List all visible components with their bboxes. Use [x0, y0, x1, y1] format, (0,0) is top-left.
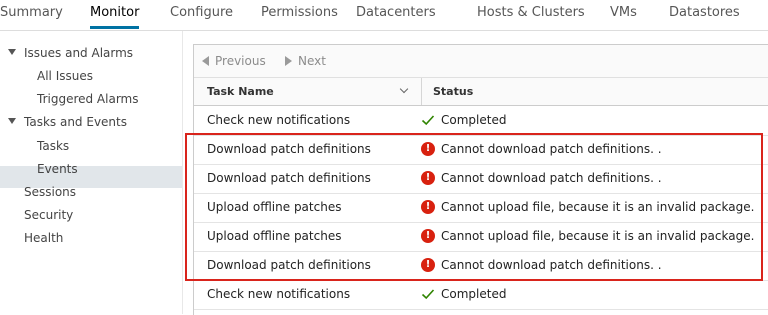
- next-button[interactable]: Next: [285, 54, 326, 68]
- triangle-right-icon: [285, 56, 292, 66]
- task-name-cell: Download patch definitions: [207, 258, 371, 272]
- tab-monitor[interactable]: Monitor: [90, 5, 140, 29]
- status-cell: ! Cannot download patch definitions. .: [421, 142, 662, 156]
- error-icon: !: [421, 229, 435, 243]
- grid-header: Task Name Status: [194, 78, 768, 106]
- status-text: Cannot upload file, because it is an inv…: [441, 200, 755, 214]
- table-row[interactable]: Check new notifications Completed: [194, 106, 768, 136]
- status-text: Cannot upload file, because it is an inv…: [441, 229, 755, 243]
- status-cell: Completed: [421, 287, 507, 301]
- error-icon: !: [421, 200, 435, 214]
- triangle-left-icon: [202, 56, 209, 66]
- task-name-cell: Check new notifications: [207, 113, 351, 127]
- chevron-down-icon[interactable]: [399, 84, 409, 94]
- table-row[interactable]: Upload offline patches ! Cannot upload f…: [194, 193, 768, 223]
- nav-tasks[interactable]: Tasks: [37, 138, 69, 154]
- tab-hosts-clusters[interactable]: Hosts & Clusters: [477, 5, 585, 20]
- table-row[interactable]: Check new notifications Completed: [194, 280, 768, 310]
- status-cell: ! Cannot download patch definitions. .: [421, 258, 662, 272]
- caret-down-icon[interactable]: [8, 49, 16, 55]
- status-text: Cannot download patch definitions. .: [441, 171, 662, 185]
- task-name-cell: Download patch definitions: [207, 142, 371, 156]
- tab-summary[interactable]: Summary: [0, 5, 63, 20]
- tab-permissions[interactable]: Permissions: [261, 5, 338, 20]
- checkmark-icon: [421, 113, 435, 127]
- nav-all-issues[interactable]: All Issues: [37, 68, 93, 84]
- next-label: Next: [298, 54, 326, 68]
- error-icon: !: [421, 142, 435, 156]
- status-text: Completed: [441, 113, 507, 127]
- status-text: Cannot download patch definitions. .: [441, 258, 662, 272]
- nav-health[interactable]: Health: [24, 230, 63, 246]
- column-header-task-name[interactable]: Task Name: [207, 85, 274, 98]
- status-cell: ! Cannot upload file, because it is an i…: [421, 229, 755, 243]
- task-name-cell: Upload offline patches: [207, 200, 342, 214]
- status-cell: ! Cannot download patch definitions. .: [421, 171, 662, 185]
- top-tab-bar: Summary Monitor Configure Permissions Da…: [0, 0, 768, 31]
- monitor-nav-tree: Issues and Alarms All Issues Triggered A…: [0, 31, 182, 314]
- previous-label: Previous: [215, 54, 266, 68]
- nav-tasks-and-events-label: Tasks and Events: [24, 115, 127, 129]
- tab-datacenters[interactable]: Datacenters: [356, 5, 436, 20]
- caret-down-icon[interactable]: [8, 118, 16, 124]
- table-row[interactable]: Download patch definitions ! Cannot down…: [194, 164, 768, 194]
- tab-configure[interactable]: Configure: [170, 5, 233, 20]
- status-text: Completed: [441, 287, 507, 301]
- table-row[interactable]: Download patch definitions ! Cannot down…: [194, 251, 768, 281]
- previous-button[interactable]: Previous: [202, 54, 266, 68]
- tab-vms[interactable]: VMs: [610, 5, 637, 20]
- nav-triggered-alarms[interactable]: Triggered Alarms: [37, 91, 139, 107]
- tasks-grid: Previous Next Task Name Status Check new…: [193, 44, 768, 315]
- nav-divider: [182, 31, 183, 314]
- column-resize-handle[interactable]: [421, 78, 422, 105]
- nav-security[interactable]: Security: [24, 207, 73, 223]
- error-icon: !: [421, 171, 435, 185]
- nav-events[interactable]: Events: [37, 161, 78, 177]
- status-cell: ! Cannot upload file, because it is an i…: [421, 200, 755, 214]
- status-text: Cannot download patch definitions. .: [441, 142, 662, 156]
- nav-issues-and-alarms-label: Issues and Alarms: [24, 46, 134, 60]
- task-name-cell: Download patch definitions: [207, 171, 371, 185]
- nav-tasks-and-events[interactable]: Tasks and Events: [8, 114, 127, 130]
- grid-pager: Previous Next: [194, 45, 768, 78]
- tab-datastores[interactable]: Datastores: [669, 5, 740, 20]
- table-row[interactable]: Download patch definitions ! Cannot down…: [194, 135, 768, 165]
- checkmark-icon: [421, 287, 435, 301]
- task-name-cell: Upload offline patches: [207, 229, 342, 243]
- task-name-cell: Check new notifications: [207, 287, 351, 301]
- nav-sessions[interactable]: Sessions: [24, 184, 76, 200]
- error-icon: !: [421, 258, 435, 272]
- nav-issues-and-alarms[interactable]: Issues and Alarms: [8, 45, 134, 61]
- status-cell: Completed: [421, 113, 507, 127]
- column-header-status[interactable]: Status: [433, 85, 473, 98]
- table-row[interactable]: Upload offline patches ! Cannot upload f…: [194, 222, 768, 252]
